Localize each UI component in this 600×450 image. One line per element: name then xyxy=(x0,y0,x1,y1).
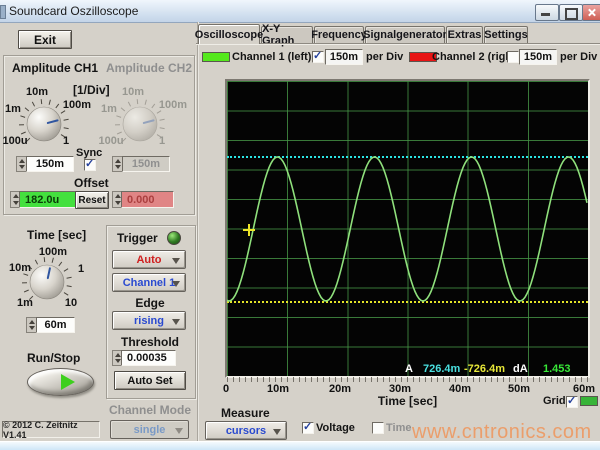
trigger-mode-dropdown[interactable]: Auto xyxy=(112,250,186,269)
measure-mode-value: cursors xyxy=(225,424,267,437)
channel-mode-label: Channel Mode xyxy=(108,403,191,417)
time-checkbox[interactable] xyxy=(372,422,384,434)
time-value[interactable]: 60m xyxy=(36,317,75,333)
title-bar[interactable]: Soundcard Oszilloscope xyxy=(0,0,600,23)
chevron-down-icon xyxy=(172,280,180,287)
knob-tick-label: 10m xyxy=(121,86,145,98)
trigger-edge-dropdown[interactable]: rising xyxy=(112,311,186,330)
minimize-icon xyxy=(541,13,550,16)
channel1-color-swatch[interactable] xyxy=(202,52,230,62)
chevron-down-icon xyxy=(172,318,180,325)
cursor-crosshair[interactable] xyxy=(243,224,255,236)
maximize-button[interactable] xyxy=(559,4,583,21)
amplitude-ch2-value[interactable]: 150m xyxy=(122,156,170,172)
grid-checkbox[interactable] xyxy=(566,394,578,408)
offset-ch1-value[interactable]: 182.0u xyxy=(19,191,76,208)
x-axis-label: Time [sec] xyxy=(377,394,438,408)
play-icon xyxy=(61,374,75,390)
voltage-checkbox[interactable] xyxy=(302,420,314,434)
watermark-text: www.cntronics.com xyxy=(412,421,592,443)
trigger-mode-value: Auto xyxy=(136,253,162,266)
knob-tick-label: 100u xyxy=(98,135,124,147)
app-icon xyxy=(0,5,6,19)
knob-tick-label: 10m xyxy=(25,86,49,98)
channel1-per-div-value[interactable]: 150m xyxy=(325,49,363,65)
knob-tick-label: 100m xyxy=(38,246,68,258)
chevron-down-icon xyxy=(273,428,281,435)
tab-border-highlight xyxy=(196,44,600,45)
panel-divider-highlight xyxy=(198,22,199,441)
measure-label: Measure xyxy=(221,406,270,420)
tab-oscilloscope[interactable]: Oscilloscope xyxy=(195,24,263,44)
scope-screen[interactable]: A 726.4m -726.4m dA 1.453 xyxy=(227,81,588,376)
measure-a1-value: 726.4m xyxy=(423,363,461,375)
amplitude-ch1-value[interactable]: 150m xyxy=(26,156,74,172)
channel1-trace xyxy=(227,156,588,302)
trigger-source-dropdown[interactable]: Channel 1 xyxy=(112,273,186,292)
channel2-per-div-label: per Div xyxy=(560,51,598,63)
measure-da-label: dA xyxy=(513,363,528,375)
exit-button[interactable]: Exit xyxy=(18,30,72,49)
crosshair-h xyxy=(243,229,255,231)
knob-tick-label: 1 xyxy=(62,135,70,147)
knob-tick-label: 1 xyxy=(77,263,85,275)
close-button[interactable] xyxy=(582,4,600,21)
trigger-label: Trigger xyxy=(117,231,158,245)
auto-set-button[interactable]: Auto Set xyxy=(114,371,186,390)
window-title: Soundcard Oszilloscope xyxy=(9,4,139,18)
tab-settings[interactable]: Settings xyxy=(484,26,528,43)
threshold-label: Threshold xyxy=(120,335,179,349)
channel2-enable-checkbox[interactable] xyxy=(507,51,519,63)
amplitude-ch1-label: Amplitude CH1 xyxy=(12,61,99,75)
trigger-source-value: Channel 1 xyxy=(122,276,176,289)
maximize-icon xyxy=(565,8,578,20)
tab-frequency[interactable]: Frequency xyxy=(311,26,367,43)
measure-mode-dropdown[interactable]: cursors xyxy=(205,421,287,440)
channel1-enable-checkbox[interactable] xyxy=(312,49,324,63)
knob-tick-label: 100u xyxy=(2,135,28,147)
offset-reset-button[interactable]: Reset xyxy=(75,191,109,209)
tab-signalgenerator[interactable]: Signalgenerator xyxy=(363,26,447,43)
scope-frame: A 726.4m -726.4m dA 1.453 xyxy=(225,79,590,378)
grid-label: Grid xyxy=(543,395,566,407)
knob-tick-label: 1 xyxy=(158,135,166,147)
app-window: Soundcard Oszilloscope Exit Amplitude CH… xyxy=(0,0,600,450)
x-axis-ruler xyxy=(227,377,588,382)
grid-color-swatch[interactable] xyxy=(580,396,598,406)
knob-tick-label: 100m xyxy=(158,99,188,111)
knob-tick-label: 10m xyxy=(8,262,32,274)
channel-mode-dropdown[interactable]: single xyxy=(110,420,189,439)
channel2-per-div-value[interactable]: 150m xyxy=(519,49,557,65)
channel1-per-div-label: per Div xyxy=(366,51,404,63)
threshold-value[interactable]: 0.00035 xyxy=(121,350,176,366)
tab-extras[interactable]: Extras xyxy=(446,26,483,43)
amplitude-ch2-label: Amplitude CH2 xyxy=(106,61,193,75)
knob-tick-label: 1m xyxy=(5,103,21,115)
run-stop-button[interactable] xyxy=(27,368,94,396)
chevron-down-icon xyxy=(175,427,183,434)
measure-da-value: 1.453 xyxy=(543,363,571,375)
minimize-button[interactable] xyxy=(535,4,559,21)
channel-mode-value: single xyxy=(133,423,166,436)
copyright-text: © 2012 C. Zeitnitz V1.41 xyxy=(2,420,100,440)
edge-label: Edge xyxy=(135,296,165,310)
knob-tick-label: 10 xyxy=(64,297,78,309)
trigger-edge-value: rising xyxy=(134,314,164,327)
channel1-label: Channel 1 (left) xyxy=(232,51,312,63)
time-base-label: Time [sec] xyxy=(27,228,87,242)
time-measure-label: Time xyxy=(386,422,412,434)
sync-checkbox[interactable] xyxy=(84,157,96,171)
run-stop-label: Run/Stop xyxy=(27,351,81,365)
knob-tick-label: 1m xyxy=(17,297,33,309)
measure-a-label: A xyxy=(405,363,413,375)
trigger-led xyxy=(167,231,181,245)
measure-a2-value: -726.4m xyxy=(464,363,505,375)
offset-label: Offset xyxy=(74,176,109,190)
knob-tick-label: 1m xyxy=(101,103,117,115)
knob-tick-label: 100m xyxy=(62,99,92,111)
tab-xy-graph[interactable]: X-Y Graph xyxy=(261,23,313,47)
chevron-down-icon xyxy=(172,257,180,264)
offset-ch2-value[interactable]: 0.000 xyxy=(121,191,174,208)
voltage-label: Voltage xyxy=(316,422,355,434)
